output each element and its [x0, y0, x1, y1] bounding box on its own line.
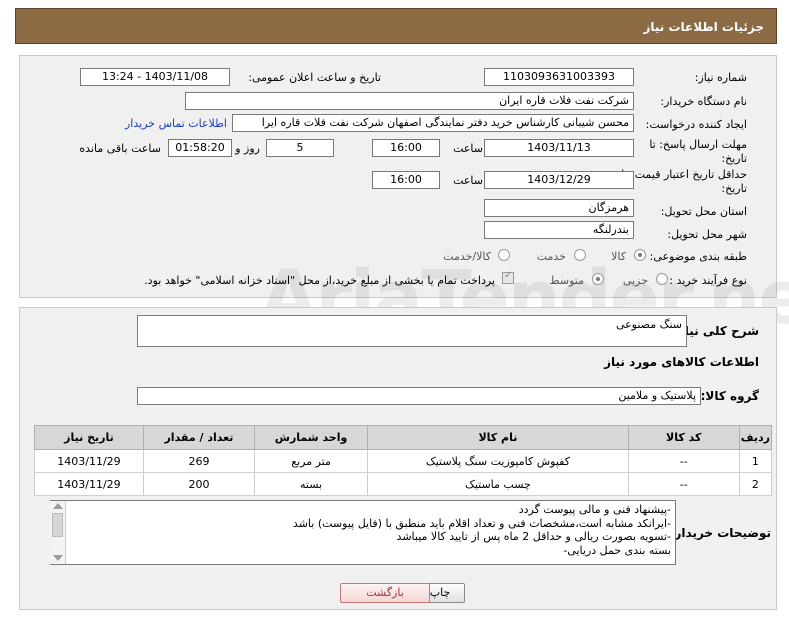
category-radio-service[interactable]	[574, 249, 586, 261]
category-option-goods: کالا	[611, 250, 626, 263]
scroll-down-arrow-icon[interactable]	[53, 555, 63, 561]
cell-quantity: 200	[142, 472, 255, 496]
cell-quantity: 269	[142, 449, 255, 473]
announce-field: 1403/11/08 - 13:24	[80, 68, 230, 86]
page-header: جزئیات اطلاعات نیاز	[15, 8, 777, 44]
validity-time-label: ساعت	[453, 174, 483, 187]
note-line: -تسویه بصورت ریالی و حداقل 2 ماه پس از ت…	[396, 530, 671, 543]
cell-need-date: 1403/11/29	[34, 472, 144, 496]
note-line: -ایرانکد مشابه است،مشخصات فنی و تعداد اق…	[292, 516, 671, 530]
process-label: نوع فرآیند خرید :	[669, 274, 747, 287]
notes-scrollbar[interactable]	[50, 501, 66, 564]
cell-unit: بسته	[253, 472, 369, 496]
requester-label: ایجاد کننده درخواست:	[645, 118, 747, 131]
process-option-minor: جزیی	[622, 274, 648, 287]
deadline-time-field: 16:00	[372, 139, 440, 157]
deadline-label: مهلت ارسال پاسخ: تا	[649, 138, 747, 151]
table-row: 2 -- چسب ماستیک بسته 200 1403/11/29	[34, 472, 773, 496]
buyer-notes-textarea[interactable]: -پیشنهاد فنی و مالی پیوست گردد -ایرانکد …	[50, 500, 676, 565]
category-label: طبقه بندی موضوعی:	[649, 250, 747, 263]
cell-need-date: 1403/11/29	[34, 449, 144, 473]
validity-date-field: 1403/12/29	[484, 171, 634, 189]
col-row-number: ردیف	[738, 425, 773, 450]
scroll-thumb[interactable]	[52, 513, 63, 537]
category-radio-goods-service[interactable]	[498, 249, 510, 261]
cell-item-name: چسب ماستیک	[367, 472, 629, 496]
city-label: شهر محل تحویل:	[667, 228, 747, 241]
cell-row-number: 1	[738, 449, 773, 473]
contact-buyer-link[interactable]: اطلاعات تماس خریدار	[125, 117, 227, 130]
city-field: بندرلنگه	[484, 221, 634, 239]
cell-item-code: --	[627, 472, 740, 496]
announce-label: تاریخ و ساعت اعلان عمومی:	[248, 71, 381, 84]
col-unit: واحد شمارش	[253, 425, 369, 450]
note-line: -پیشنهاد فنی و مالی پیوست گردد	[518, 503, 671, 516]
page-title: جزئیات اطلاعات نیاز	[643, 20, 764, 34]
validity-label: حداقل تاریخ اعتبار قیمت: تا	[621, 168, 747, 181]
item-group-field: پلاستیک و ملامین	[137, 387, 701, 405]
province-label: استان محل تحویل:	[660, 205, 747, 218]
note-line: بسته بندی حمل دریایی-	[563, 543, 671, 557]
back-button[interactable]: بازگشت	[340, 583, 430, 603]
buyer-notes-label: توضیحات خریدار:	[669, 526, 771, 540]
requester-field: محسن شیبانی کارشناس خرید دفتر نمایندگی ا…	[232, 114, 634, 132]
cell-item-code: --	[627, 449, 740, 473]
time-remaining-label: ساعت باقی مانده	[79, 142, 161, 155]
days-label: روز و	[235, 142, 260, 155]
items-table: ردیف کد کالا نام کالا واحد شمارش تعداد /…	[34, 425, 773, 496]
col-quantity: تعداد / مقدار	[142, 425, 255, 450]
process-option-medium: متوسط	[549, 274, 584, 287]
cell-item-name: کفپوش کامپوزیت سنگ پلاستیک	[367, 449, 629, 473]
items-section-title: اطلاعات کالاهای مورد نیاز	[604, 355, 759, 369]
validity-time-field: 16:00	[372, 171, 440, 189]
cell-row-number: 2	[738, 472, 773, 496]
table-row: 1 -- کفپوش کامپوزیت سنگ پلاستیک متر مربع…	[34, 449, 773, 473]
item-group-label: گروه کالا:	[700, 389, 759, 403]
days-remaining-field: 5	[266, 139, 334, 157]
category-radio-goods[interactable]	[634, 249, 646, 261]
payment-note: پرداخت تمام یا بخشی از مبلغ خرید،از محل …	[144, 274, 495, 287]
category-option-service: خدمت	[536, 250, 566, 263]
col-item-code: کد کالا	[627, 425, 740, 450]
treasury-checkbox[interactable]	[502, 270, 514, 284]
validity-label-date: تاریخ:	[721, 182, 747, 195]
process-radio-minor[interactable]	[656, 273, 668, 285]
cell-unit: متر مربع	[253, 449, 369, 473]
process-radio-medium[interactable]	[592, 273, 604, 285]
need-number-field: 1103093631003393	[484, 68, 634, 86]
province-field: هرمزگان	[484, 199, 634, 217]
deadline-date-field: 1403/11/13	[484, 139, 634, 157]
time-remaining-field: 01:58:20	[168, 139, 232, 157]
buyer-org-field: شرکت نفت فلات قاره ایران	[185, 92, 634, 110]
col-item-name: نام کالا	[367, 425, 629, 450]
col-need-date: تاریخ نیاز	[34, 425, 144, 450]
deadline-time-label: ساعت	[453, 142, 483, 155]
need-number-label: شماره نیاز:	[694, 71, 747, 84]
scroll-up-arrow-icon[interactable]	[53, 503, 63, 509]
category-option-goods-service: کالا/خدمت	[443, 250, 491, 263]
need-description-field: سنگ مصنوعی	[137, 315, 687, 347]
buyer-org-label: نام دستگاه خریدار:	[660, 95, 747, 108]
deadline-label-date: تاریخ:	[721, 152, 747, 165]
table-header-row: ردیف کد کالا نام کالا واحد شمارش تعداد /…	[34, 425, 773, 450]
